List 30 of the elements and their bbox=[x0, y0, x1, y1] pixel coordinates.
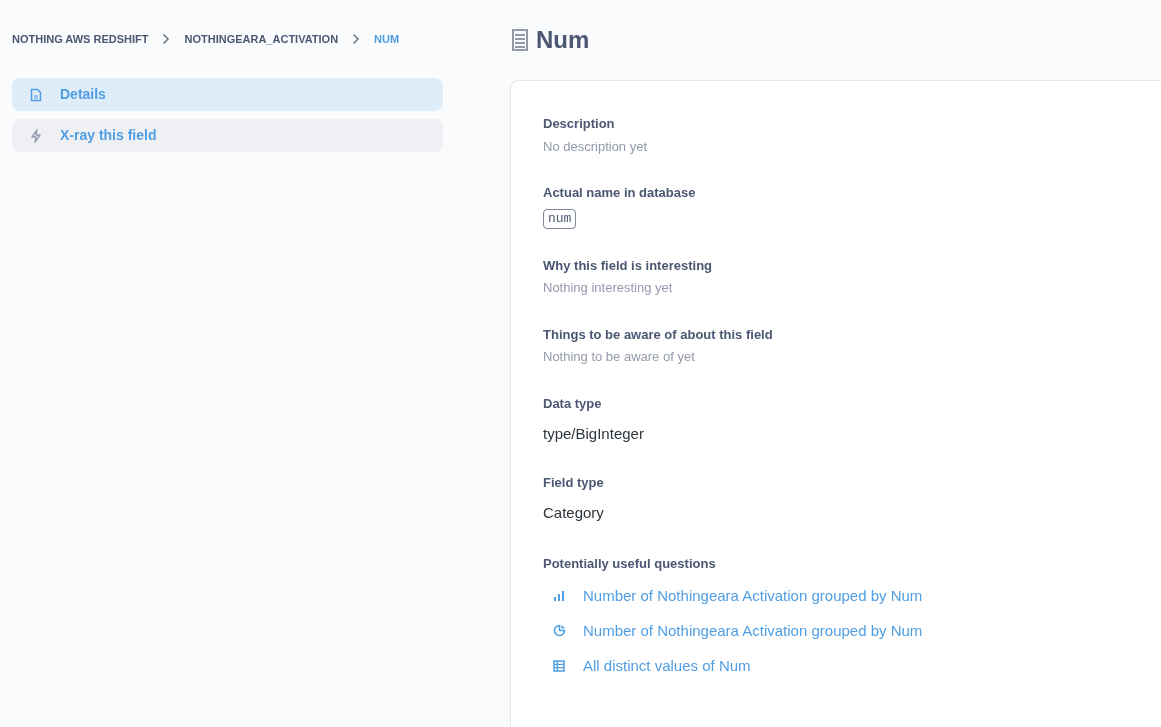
chevron-icon bbox=[352, 33, 361, 45]
placeholder-text: Nothing interesting yet bbox=[543, 279, 674, 297]
section-label: Why this field is interesting bbox=[543, 256, 714, 275]
section-label: Things to be aware of about this field bbox=[543, 325, 774, 344]
section-label: Actual name in database bbox=[543, 184, 697, 202]
field-value: type/BigInteger bbox=[543, 424, 645, 444]
section-label: Data type bbox=[543, 394, 603, 413]
question-link[interactable]: All distinct values of Num bbox=[583, 655, 751, 676]
column-name: num bbox=[543, 208, 577, 229]
placeholder-text: No description yet bbox=[543, 137, 649, 156]
lightning-icon bbox=[30, 128, 42, 143]
table-icon bbox=[553, 659, 565, 672]
breadcrumb-link[interactable]: NUM bbox=[374, 30, 400, 48]
placeholder-text: Nothing to be aware of yet bbox=[543, 348, 696, 366]
sidebar-item[interactable]: X-ray this field bbox=[12, 119, 443, 152]
bar-chart-icon bbox=[553, 589, 565, 602]
section-label: Description bbox=[543, 115, 616, 133]
page-title: Num bbox=[536, 25, 590, 55]
pie-chart-icon bbox=[553, 624, 566, 637]
document-icon bbox=[30, 87, 42, 102]
table-icon bbox=[512, 29, 528, 51]
section-label: Field type bbox=[543, 473, 605, 492]
field-value: Category bbox=[543, 503, 605, 523]
section-label: Potentially useful questions bbox=[543, 554, 717, 573]
breadcrumb-link[interactable]: NOTHINGEARA_ACTIVATION bbox=[184, 30, 339, 48]
question-link[interactable]: Number of Nothingeara Activation grouped by Num bbox=[583, 620, 923, 641]
sidebar-item[interactable]: Details bbox=[12, 78, 443, 111]
question-link[interactable]: Number of Nothingeara Activation grouped by Num bbox=[583, 585, 923, 606]
breadcrumb-link[interactable]: NOTHING AWS REDSHIFT bbox=[12, 30, 149, 48]
chevron-icon bbox=[162, 33, 171, 45]
